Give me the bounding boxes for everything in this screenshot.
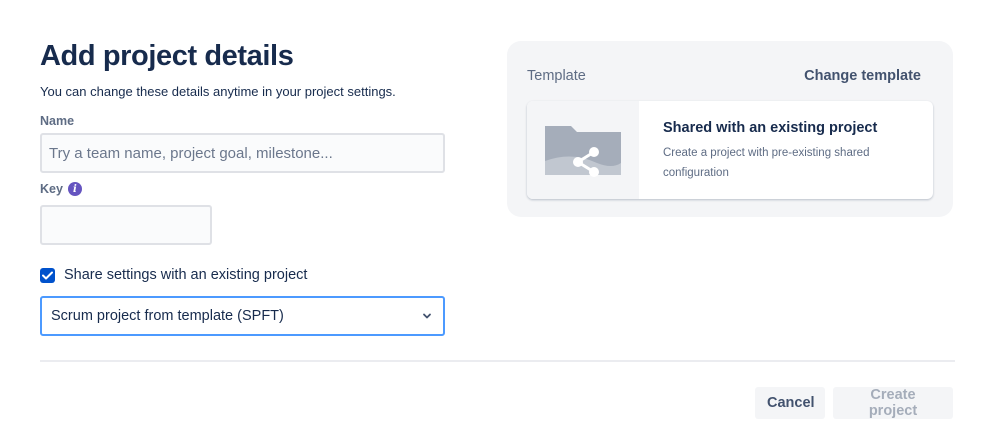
info-icon[interactable]: i bbox=[67, 182, 82, 196]
page-subtitle: You can change these details anytime in … bbox=[40, 84, 396, 99]
cancel-button[interactable]: Cancel bbox=[755, 387, 825, 419]
chevron-down-icon bbox=[423, 313, 431, 319]
share-settings-checkbox[interactable] bbox=[40, 267, 55, 283]
page-title: Add project details bbox=[40, 40, 294, 72]
name-label: Name bbox=[40, 114, 75, 128]
template-card-title: Shared with an existing project bbox=[663, 120, 878, 136]
template-panel: Template Change template Shared with an … bbox=[507, 41, 953, 217]
template-label: Template bbox=[527, 68, 586, 84]
template-thumbnail bbox=[527, 101, 639, 199]
key-input[interactable] bbox=[40, 205, 212, 245]
template-card[interactable]: Shared with an existing project Create a… bbox=[527, 101, 933, 199]
share-settings-checkbox-row[interactable]: Share settings with an existing project bbox=[40, 267, 307, 283]
footer-divider bbox=[40, 360, 955, 362]
name-input[interactable] bbox=[40, 133, 445, 173]
key-label-row: Key i bbox=[40, 182, 82, 196]
change-template-button[interactable]: Change template bbox=[804, 68, 921, 84]
template-card-description: Create a project with pre-existing share… bbox=[663, 147, 870, 179]
project-select-value: Scrum project from template (SPFT) bbox=[51, 308, 284, 324]
shared-folder-icon bbox=[545, 126, 621, 177]
checkmark-icon bbox=[42, 271, 53, 279]
key-label: Key bbox=[40, 182, 63, 196]
create-project-button[interactable]: Create project bbox=[833, 387, 953, 419]
share-settings-label: Share settings with an existing project bbox=[64, 267, 308, 283]
project-select[interactable]: Scrum project from template (SPFT) bbox=[40, 296, 445, 336]
